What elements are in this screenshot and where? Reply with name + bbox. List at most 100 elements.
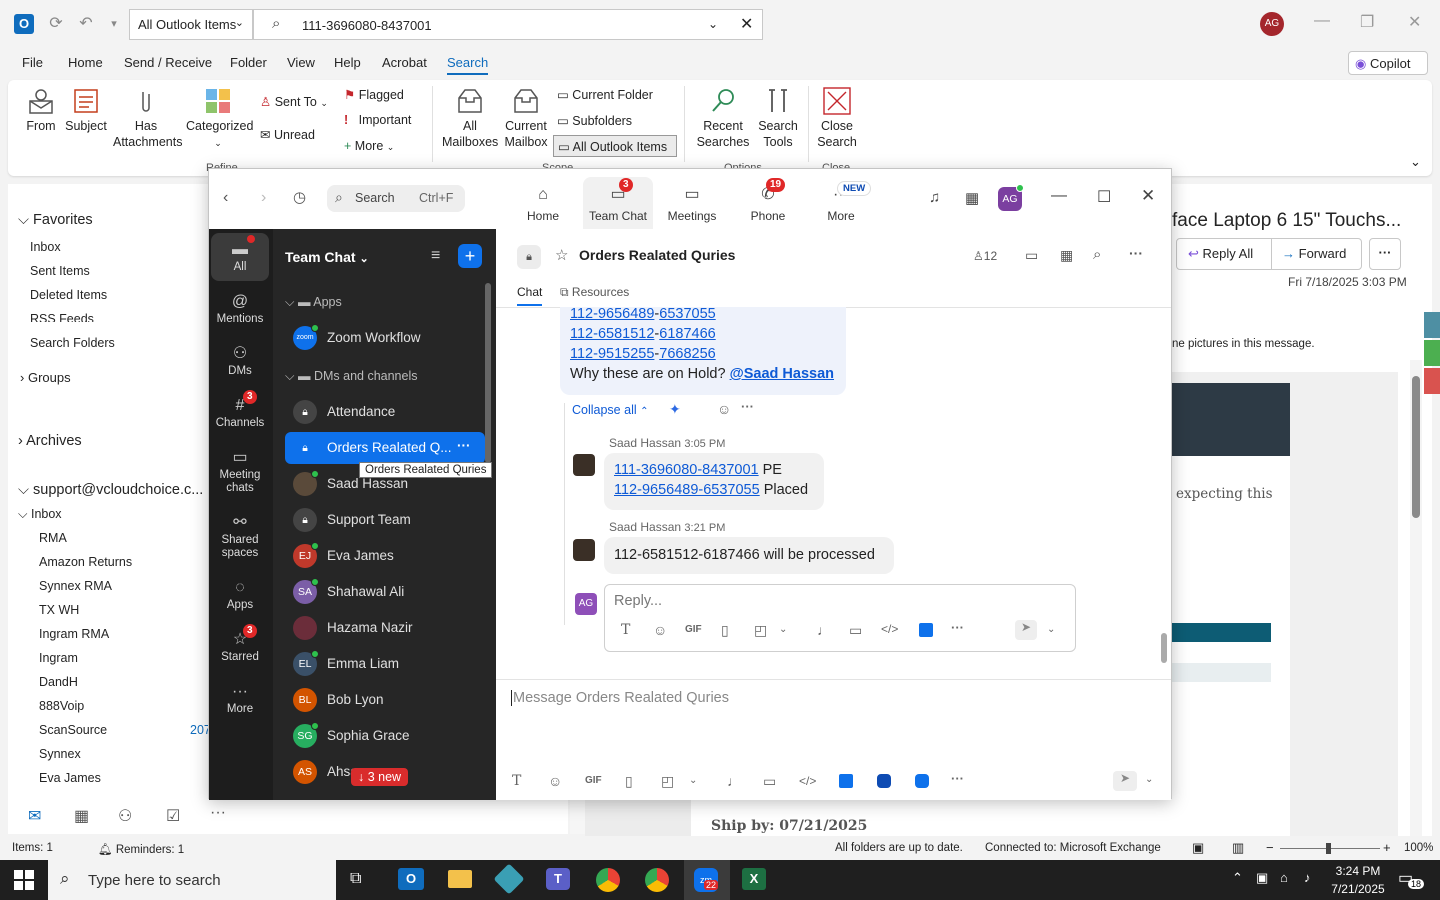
tab-resources[interactable]: ⧉ Resources	[560, 285, 629, 300]
more-dots-icon[interactable]: ···	[951, 620, 964, 635]
chat-item-eva-james[interactable]: EJ Eva James	[285, 540, 485, 572]
rail-mentions[interactable]: @ Mentions	[211, 291, 269, 335]
important-button[interactable]: ! Important	[344, 113, 411, 127]
folder-amazon-returns[interactable]: Amazon Returns	[39, 555, 132, 569]
order-link[interactable]: 112-6581512	[570, 326, 654, 342]
folder-ingram[interactable]: Ingram	[39, 651, 78, 665]
video-clip-icon[interactable]: ▭	[849, 622, 862, 639]
taskbar-search[interactable]: ⌕ Type here to search	[48, 860, 336, 900]
rail-starred[interactable]: ☆ Starred	[211, 629, 269, 673]
flagged-button[interactable]: ⚑ Flagged	[344, 87, 404, 102]
more-actions-icon[interactable]: ···	[1369, 238, 1401, 270]
network-icon[interactable]: ⌂	[1280, 870, 1288, 885]
folder-scansource[interactable]: ScanSource	[39, 723, 107, 737]
menu-acrobat[interactable]: Acrobat	[382, 55, 427, 70]
gif-icon[interactable]: GIF	[585, 775, 602, 786]
archives-header[interactable]: › Archives	[18, 433, 82, 449]
chevron-down-icon[interactable]: ⌄	[689, 775, 697, 786]
calendar-icon[interactable]: ▦	[965, 189, 979, 207]
reply-all-button[interactable]: ↩ Reply All	[1188, 246, 1253, 262]
app-integration-icon[interactable]	[915, 774, 929, 788]
search-icon[interactable]: ⌕	[1093, 246, 1101, 263]
teams-icon[interactable]: T	[546, 868, 570, 890]
folder-sent-items[interactable]: Sent Items	[30, 264, 90, 278]
folder-tx-wh[interactable]: TX WH	[39, 603, 79, 617]
close-icon[interactable]: ✕	[1141, 186, 1155, 206]
back-icon[interactable]: ‹	[223, 189, 228, 207]
code-icon[interactable]: </>	[881, 622, 898, 636]
chevron-down-icon[interactable]: ⌄	[1047, 624, 1055, 635]
sent-to-button[interactable]: ♙ Sent To ⌄	[260, 94, 328, 109]
ai-sparkle-icon[interactable]: ✦	[669, 401, 681, 418]
minimize-icon[interactable]: —	[1051, 187, 1067, 205]
message-input[interactable]: Message Orders Realated Quries	[511, 690, 729, 706]
unread-button[interactable]: ✉ Unread	[260, 127, 315, 142]
folder-rss-feeds[interactable]: RSS Feeds	[30, 312, 94, 322]
menu-help[interactable]: Help	[334, 55, 361, 70]
order-link[interactable]: 112-9656489-6537055	[614, 482, 760, 498]
maximize-icon[interactable]: ☐	[1097, 187, 1111, 207]
current-mailbox-button[interactable]: Current Mailbox	[502, 86, 550, 150]
screenshot-icon[interactable]: ◰	[661, 773, 674, 790]
chat-item-emma-liam[interactable]: EL Emma Liam	[285, 648, 485, 680]
rail-dms[interactable]: ⚇ DMs	[211, 343, 269, 387]
order-link[interactable]: 6537055	[659, 306, 715, 322]
zoom-out-icon[interactable]: −	[1266, 840, 1274, 855]
categorized-button[interactable]: Categorized ⌄	[186, 86, 253, 151]
rail-channels[interactable]: # Channels	[211, 395, 269, 439]
outlook-search-box[interactable]: ⌕ 111-3696080-8437001 ⌄ ✕	[253, 9, 763, 40]
reply-box[interactable]	[604, 584, 1076, 652]
bell-icon[interactable]: ♫	[929, 189, 940, 206]
screenshot-icon[interactable]: ◰	[754, 622, 767, 639]
side-tab[interactable]	[1424, 340, 1440, 366]
chat-item-shahawal-ali[interactable]: SA Shahawal Ali	[285, 576, 485, 608]
code-icon[interactable]: </>	[799, 774, 816, 788]
more-dots-icon[interactable]: ···	[1129, 245, 1143, 261]
app-integration-icon[interactable]	[839, 774, 853, 788]
excel-icon[interactable]: X	[742, 868, 766, 890]
chevron-down-icon[interactable]: ⌄	[1145, 774, 1153, 785]
tab-chat[interactable]: Chat	[517, 285, 543, 306]
calendar-icon[interactable]: ▦	[1060, 247, 1073, 264]
forward-icon[interactable]: ›	[261, 189, 266, 207]
tab-meetings[interactable]: ▭ Meetings	[665, 185, 719, 223]
more-dots-icon[interactable]: ···	[951, 771, 964, 786]
send-icon[interactable]: ➤	[1015, 620, 1037, 640]
video-camera-icon[interactable]: ▭	[1025, 247, 1038, 264]
undo-icon[interactable]: ↶	[76, 14, 96, 34]
forward-button[interactable]: → Forward	[1282, 246, 1346, 261]
rail-shared-spaces[interactable]: ⚯ Shared spaces	[211, 512, 269, 568]
menu-home[interactable]: Home	[68, 55, 103, 70]
normal-view-icon[interactable]: ▣	[1192, 840, 1204, 856]
volume-icon[interactable]: ♪	[1304, 870, 1311, 885]
subfolders-button[interactable]: ▭ Subfolders	[557, 113, 632, 128]
order-link[interactable]: 6187466	[659, 326, 715, 342]
chat-item-hazama-nazir[interactable]: Hazama Nazir	[285, 612, 485, 644]
all-outlook-items-button[interactable]: ▭ All Outlook Items	[553, 135, 677, 157]
chevron-down-icon[interactable]: ⌄	[779, 624, 787, 635]
folder-ingram-rma[interactable]: Ingram RMA	[39, 627, 109, 641]
account-inbox[interactable]: ⌵ Inbox	[18, 507, 62, 522]
clock-time[interactable]: 3:24 PM	[1330, 864, 1386, 878]
app-integration-icon[interactable]	[919, 623, 933, 637]
menu-folder[interactable]: Folder	[230, 55, 267, 70]
current-folder-button[interactable]: ▭ Current Folder	[557, 87, 653, 102]
file-icon[interactable]: ▯	[625, 773, 633, 790]
more-refine-button[interactable]: + More ⌄	[344, 139, 394, 153]
ribbon-collapse-chevron-icon[interactable]: ⌄	[1410, 154, 1421, 170]
chrome-icon[interactable]	[596, 868, 620, 892]
new-messages-pill[interactable]: ↓ 3 new	[351, 768, 409, 786]
chat-scrollbar-thumb[interactable]	[1161, 633, 1167, 663]
folder-deleted-items[interactable]: Deleted Items	[30, 288, 107, 302]
clock-date[interactable]: 7/21/2025	[1326, 882, 1390, 896]
reading-view-icon[interactable]: ▥	[1232, 840, 1244, 856]
sync-icon[interactable]: ⟳	[46, 14, 66, 34]
clear-search-icon[interactable]: ✕	[740, 14, 753, 34]
search-scope-dropdown[interactable]: All Outlook Items ⌄	[129, 9, 253, 40]
menu-view[interactable]: View	[287, 55, 315, 70]
maximize-icon[interactable]: ❐	[1360, 12, 1374, 32]
chat-item-sophia-grace[interactable]: SG Sophia Grace	[285, 720, 485, 752]
members-button[interactable]: ♙12	[973, 249, 997, 263]
subject-button[interactable]: Subject	[64, 86, 108, 134]
reminders[interactable]: 🔔︎ Reminders: 1	[98, 842, 184, 856]
